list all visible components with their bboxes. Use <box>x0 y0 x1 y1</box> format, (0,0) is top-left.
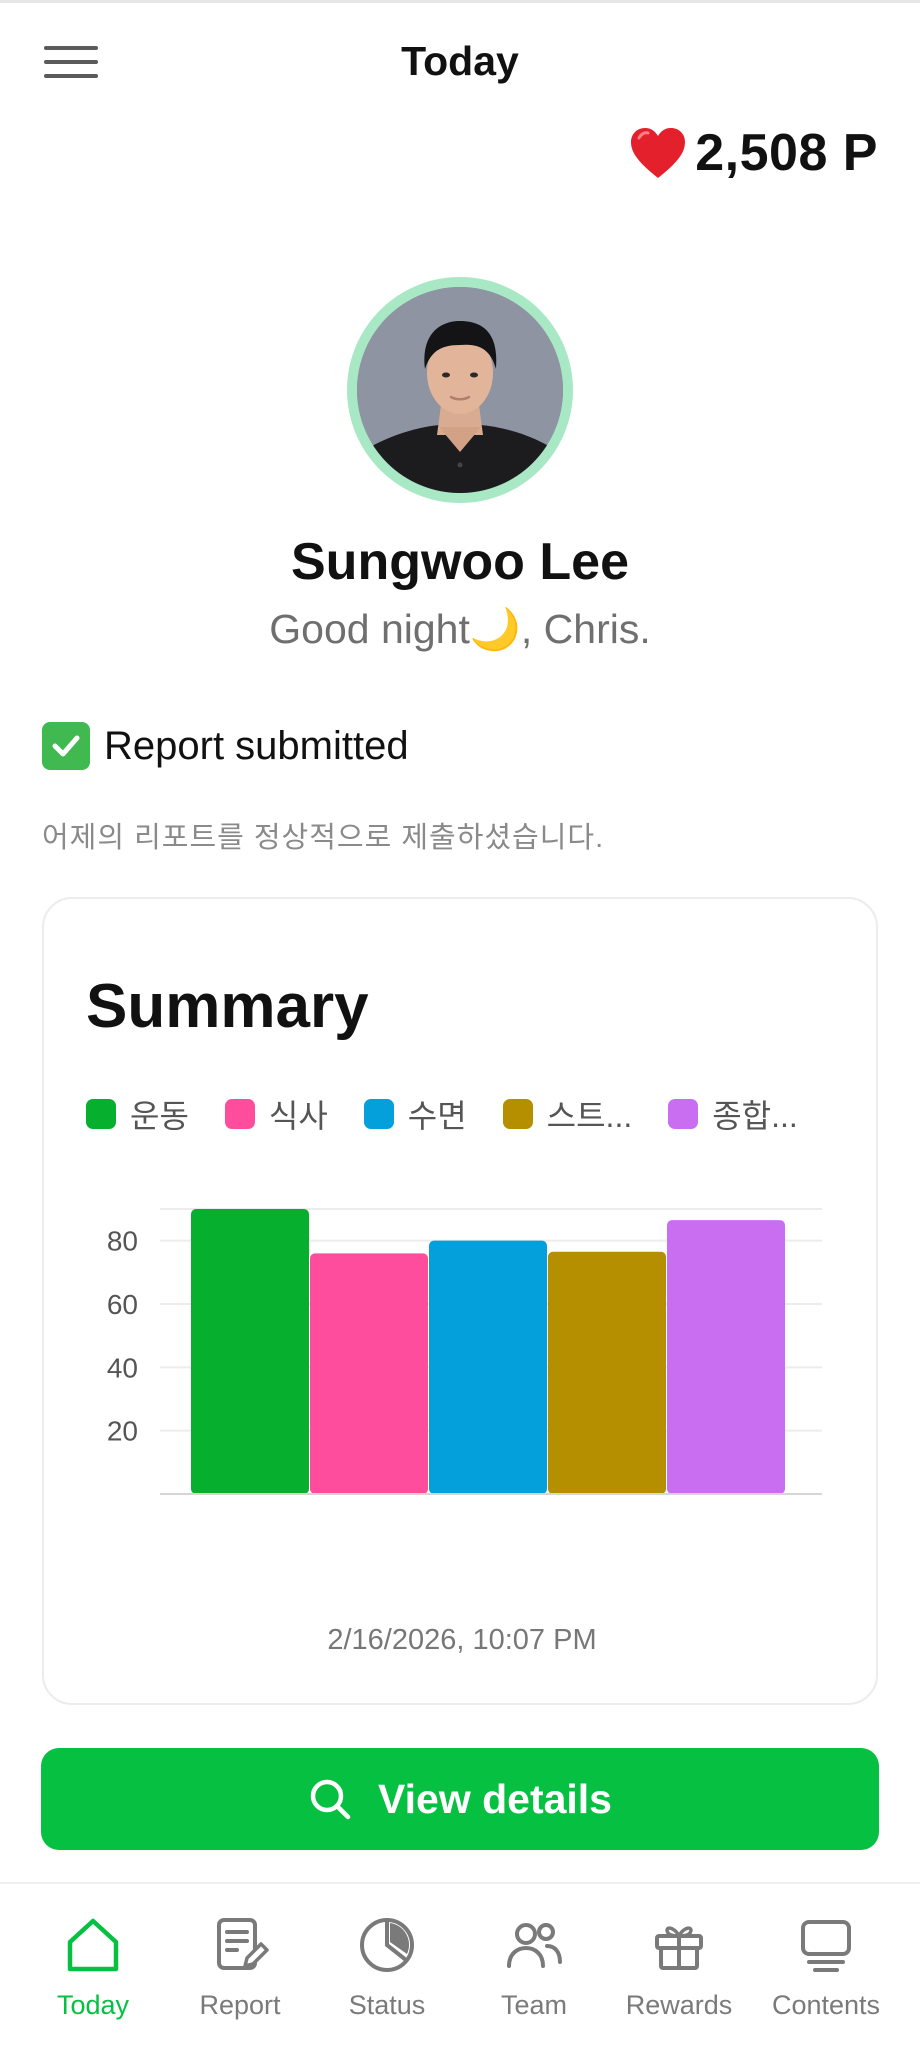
legend-label: 운동 <box>130 1098 189 1134</box>
heart-icon <box>631 128 686 178</box>
user-name: Sungwoo Lee <box>291 533 629 591</box>
legend-swatch <box>224 1099 255 1129</box>
legend-label: 수면 <box>407 1098 467 1134</box>
avatar-photo <box>357 287 563 493</box>
points-value: 2,508 P <box>695 124 878 182</box>
chart-bar[interactable] <box>310 1253 428 1494</box>
contents-icon <box>801 1920 851 1972</box>
legend-label: 종합... <box>712 1098 798 1134</box>
legend-item[interactable]: 식사 <box>224 1091 328 1137</box>
chart-bar[interactable] <box>667 1220 785 1494</box>
report-status-label: Report submitted <box>104 723 409 768</box>
nav-item-report[interactable]: Report <box>165 1914 315 2034</box>
legend-swatch <box>363 1099 394 1129</box>
status-divider <box>0 0 920 3</box>
team-icon <box>507 1923 562 1968</box>
legend-swatch <box>86 1099 116 1129</box>
summary-bar-chart: 20 40 60 80 <box>107 1208 822 1495</box>
view-details-button[interactable]: View details <box>41 1748 879 1850</box>
legend-label: 스트... <box>546 1098 633 1134</box>
checkmark-icon <box>42 722 90 770</box>
nav-label: Status <box>348 1990 426 2020</box>
nav-label: Today <box>56 1990 130 2020</box>
legend-item[interactable]: 종합... <box>668 1091 798 1137</box>
summary-card: Summary 운동 식사 수면 스트... 종합... 20 40 60 80 2/… <box>42 897 878 1705</box>
nav-item-rewards[interactable]: Rewards <box>604 1914 754 2034</box>
points-balance: 2,508 P <box>629 122 878 184</box>
nav-label: Team <box>500 1990 568 2020</box>
nav-label: Report <box>199 1990 281 2020</box>
legend-swatch <box>502 1099 533 1129</box>
nav-label: Contents <box>771 1990 881 2020</box>
legend-swatch <box>668 1099 699 1129</box>
y-tick-label: 20 <box>107 1416 138 1447</box>
summary-timestamp: 2/16/2026, 10:07 PM <box>327 1624 597 1656</box>
nav-item-status[interactable]: Status <box>312 1914 462 2034</box>
gift-icon <box>655 1926 703 1970</box>
report-icon <box>217 1918 269 1970</box>
home-icon <box>67 1918 119 1972</box>
chart-bar[interactable] <box>191 1209 309 1494</box>
chart-bar[interactable] <box>548 1251 666 1494</box>
search-icon <box>310 1779 351 1820</box>
legend-item[interactable]: 수면 <box>363 1091 467 1137</box>
avatar[interactable] <box>347 277 573 503</box>
y-tick-label: 80 <box>107 1226 138 1257</box>
page-title: Today <box>401 38 519 84</box>
report-description: 어제의 리포트를 정상적으로 제출하셨습니다. <box>42 822 605 854</box>
report-status: Report submitted <box>42 722 409 770</box>
legend-label: 식사 <box>268 1098 328 1134</box>
nav-item-team[interactable]: Team <box>459 1914 609 2034</box>
greeting-text: Good night🌙, Chris. <box>269 606 651 652</box>
y-tick-label: 60 <box>107 1289 138 1320</box>
nav-item-contents[interactable]: Contents <box>751 1914 901 2034</box>
bottom-nav: Today Report Status Team Rewards Content… <box>0 1882 920 2048</box>
summary-title: Summary <box>86 972 369 1041</box>
chart-legend: 운동 식사 수면 스트... 종합... <box>86 1091 834 1137</box>
legend-item[interactable]: 운동 <box>86 1091 189 1137</box>
nav-label: Rewards <box>625 1990 733 2020</box>
chart-bar[interactable] <box>429 1240 547 1494</box>
view-details-label: View details <box>378 1775 612 1822</box>
pie-chart-icon <box>360 1918 414 1972</box>
y-tick-label: 40 <box>107 1352 138 1383</box>
legend-item[interactable]: 스트... <box>502 1091 633 1137</box>
nav-item-today[interactable]: Today <box>18 1914 168 2034</box>
